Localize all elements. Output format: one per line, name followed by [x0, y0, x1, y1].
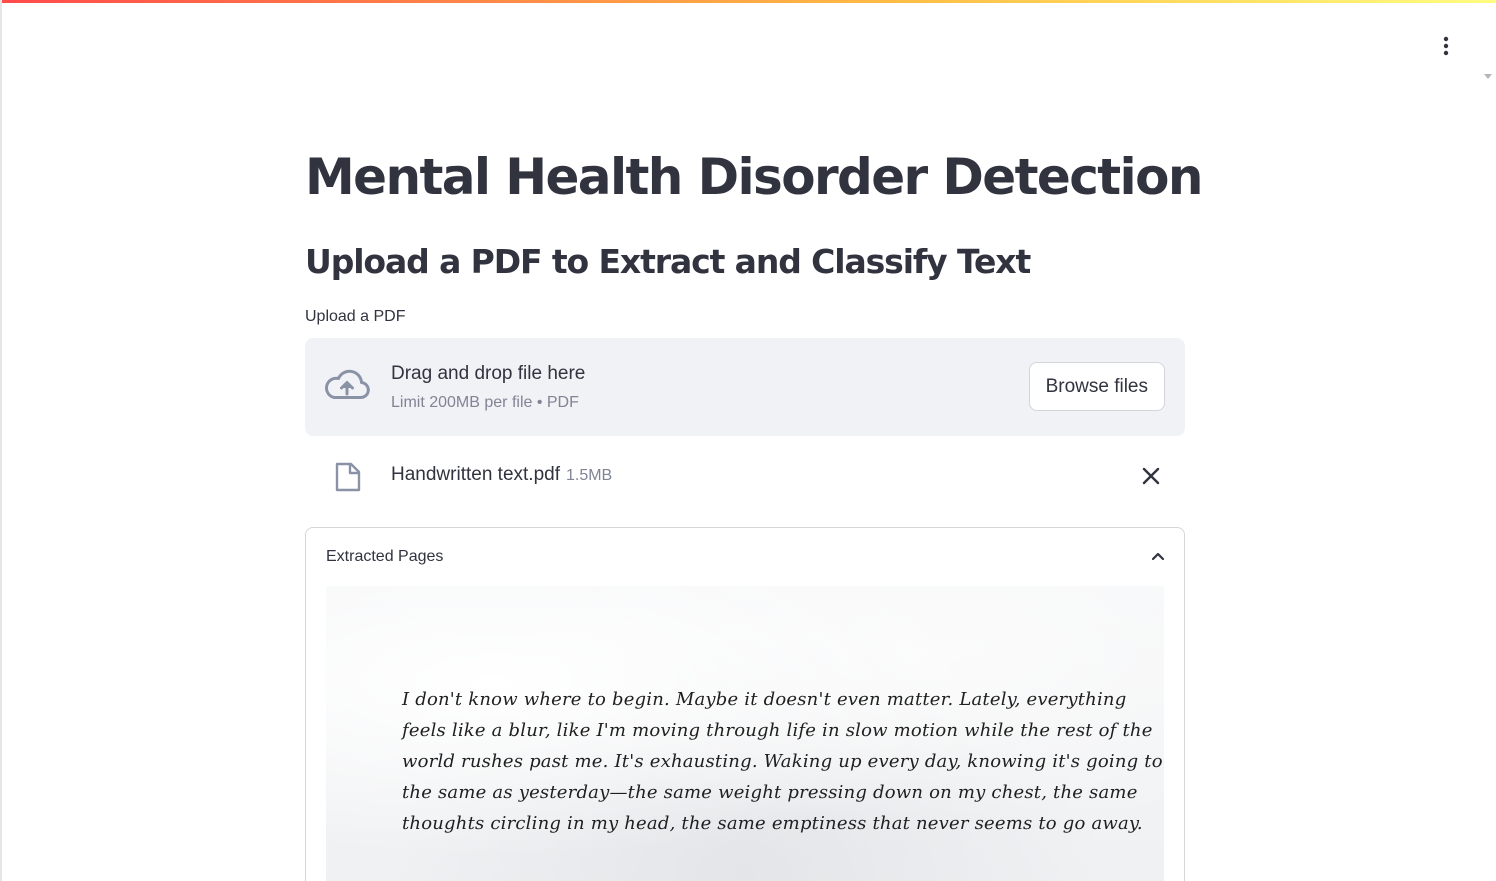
uploaded-file-row: Handwritten text.pdf 1.5MB — [305, 452, 1185, 500]
main-menu-button[interactable] — [1430, 28, 1462, 64]
kebab-menu-icon — [1443, 36, 1449, 56]
handwritten-line: feels like a blur, like I'm moving throu… — [402, 720, 1153, 741]
uploaded-file-info: Handwritten text.pdf 1.5MB — [391, 464, 612, 486]
handwritten-line: thoughts circling in my head, the same e… — [402, 813, 1143, 834]
page-title: Mental Health Disorder Detection — [305, 148, 1203, 206]
uploaded-file-size: 1.5MB — [565, 467, 613, 484]
close-icon[interactable] — [1139, 464, 1163, 488]
expander-title: Extracted Pages — [326, 548, 444, 565]
dropzone-instructions: Drag and drop file here Limit 200MB per … — [391, 362, 585, 413]
dropzone-limit-text: Limit 200MB per file • PDF — [391, 394, 579, 411]
expander-header[interactable]: Extracted Pages — [306, 528, 1184, 586]
section-subtitle: Upload a PDF to Extract and Classify Tex… — [305, 242, 1031, 281]
file-uploader-label: Upload a PDF — [305, 308, 406, 325]
top-decoration-bar — [2, 0, 1496, 3]
cloud-upload-icon — [324, 369, 370, 400]
handwritten-text: I don't know where to begin. Maybe it do… — [402, 684, 1164, 839]
file-dropzone[interactable]: Drag and drop file here Limit 200MB per … — [305, 338, 1185, 436]
extracted-page-image: I don't know where to begin. Maybe it do… — [326, 586, 1164, 881]
app-window: Mental Health Disorder Detection Upload … — [0, 0, 1496, 881]
handwritten-line: the same as yesterday—the same weight pr… — [402, 782, 1138, 803]
scrollbar-arrow[interactable] — [1484, 74, 1492, 79]
handwritten-line: world rushes past me. It's exhausting. W… — [402, 751, 1164, 772]
file-icon — [335, 462, 361, 492]
chevron-up-icon[interactable] — [1150, 548, 1166, 564]
extracted-pages-expander: Extracted Pages I don't know where to be… — [305, 527, 1185, 881]
handwritten-line: I don't know where to begin. Maybe it do… — [402, 689, 1127, 710]
uploaded-file-name: Handwritten text.pdf — [391, 464, 560, 485]
browse-files-button[interactable]: Browse files — [1028, 362, 1165, 411]
dropzone-title: Drag and drop file here — [391, 363, 586, 384]
